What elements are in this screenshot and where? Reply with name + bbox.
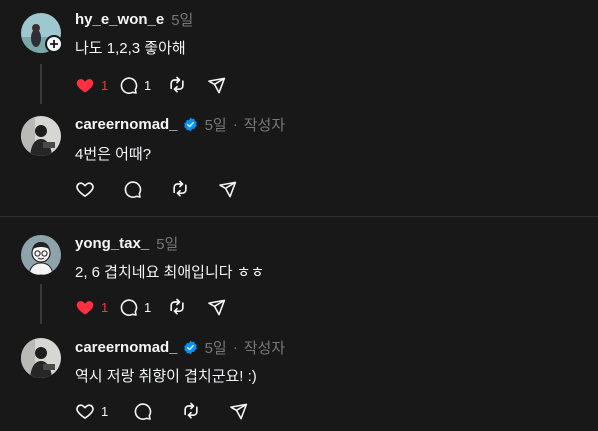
post-text: 나도 1,2,3 좋아해 [75,40,186,57]
username[interactable]: yong_tax_ [75,235,149,252]
post-header: careernomad_ 5일 · 작성자 [75,114,285,134]
repost-button[interactable] [170,179,218,199]
avatar-careernomad[interactable] [21,338,61,378]
comment-icon [120,76,138,94]
comment-icon [134,402,152,420]
action-bar [75,179,248,199]
username[interactable]: hy_e_won_e [75,11,164,28]
repost-icon [170,298,184,315]
timestamp[interactable]: 5일 [205,337,227,358]
like-button[interactable]: 1 [75,401,133,421]
share-button[interactable] [229,401,259,421]
avatar-yong-tax[interactable] [21,235,61,275]
repost-button[interactable] [181,401,229,421]
action-bar: 1 1 [75,297,237,317]
share-icon [208,299,226,315]
thread-line [40,64,42,104]
timestamp[interactable]: 5일 [171,9,193,30]
share-button[interactable] [207,75,237,95]
reply-button[interactable]: 1 [119,297,167,317]
action-bar: 1 1 [75,75,237,95]
reply-count: 1 [144,299,152,315]
reply-button[interactable]: 1 [119,75,167,95]
reply-count: 1 [144,77,152,93]
username[interactable]: careernomad_ [75,339,178,356]
repost-button[interactable] [167,75,207,95]
verified-badge-icon [183,117,198,132]
like-button[interactable] [75,179,123,199]
comment-icon [124,180,142,198]
like-count: 1 [101,299,109,315]
repost-icon [184,402,198,419]
post-text: 역시 저랑 취향이 겹치군요! :) [75,368,257,385]
share-icon [230,403,248,419]
heart-icon [76,404,94,419]
share-button[interactable] [218,179,248,199]
post-header: careernomad_ 5일 · 작성자 [75,337,285,357]
username[interactable]: careernomad_ [75,116,178,133]
separator-dot: · [232,338,238,356]
post-header: hy_e_won_e 5일 [75,9,193,29]
repost-button[interactable] [167,297,207,317]
timestamp[interactable]: 5일 [156,233,178,254]
avatar-careernomad[interactable] [21,116,61,156]
author-label: 작성자 [243,116,286,134]
post-header: yong_tax_ 5일 [75,233,178,253]
repost-icon [173,180,187,197]
like-button[interactable]: 1 [75,297,119,317]
post-text: 4번은 어때? [75,146,152,163]
author-label: 작성자 [243,339,286,357]
post-text: 2, 6 겹치네요 최애입니다 ㅎㅎ [75,264,265,281]
reply-button[interactable] [133,401,181,421]
share-button[interactable] [207,297,237,317]
like-button[interactable]: 1 [75,75,119,95]
follow-plus-icon[interactable] [45,35,63,53]
heart-icon [76,182,94,197]
thread-divider [0,216,598,217]
comment-icon [120,298,138,316]
heart-icon [76,79,94,93]
share-icon [208,77,226,93]
share-icon [219,181,237,197]
verified-badge-icon [183,340,198,355]
like-count: 1 [101,77,109,93]
heart-icon [76,301,94,315]
reply-button[interactable] [123,179,170,199]
thread-line [40,284,42,324]
action-bar: 1 [75,401,259,421]
separator-dot: · [232,115,238,133]
like-count: 1 [101,403,109,419]
timestamp[interactable]: 5일 [205,114,227,135]
repost-icon [170,76,184,93]
